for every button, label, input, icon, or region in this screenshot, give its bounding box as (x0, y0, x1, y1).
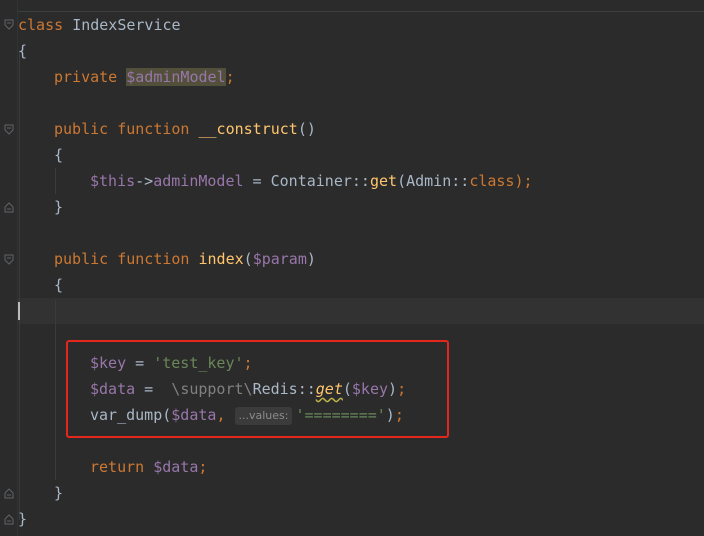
admin-class: Admin (406, 172, 452, 190)
code-line-property[interactable]: private $adminModel; (54, 64, 235, 90)
code-line-redis-get[interactable]: $data = \support\Redis::get($key); (90, 376, 406, 402)
close-paren: ) (306, 250, 316, 268)
public-keyword: public (54, 120, 109, 138)
fold-open-icon[interactable] (4, 124, 14, 135)
current-line-highlight (18, 298, 704, 324)
open-paren: ( (162, 406, 172, 424)
namespace-backslash: \ (243, 380, 253, 398)
code-line-close-brace[interactable]: } (54, 194, 63, 220)
namespace-backslash: \ (171, 380, 181, 398)
code-line-close-brace[interactable]: } (54, 480, 63, 506)
this-variable: $this (90, 172, 136, 190)
assign: = (126, 354, 154, 372)
code-line-open-brace[interactable]: { (54, 142, 63, 168)
arrow: -> (135, 172, 154, 190)
semicolon: ; (243, 354, 253, 372)
var-dump-function: var_dump (90, 406, 163, 424)
class-keyword: class (18, 16, 64, 34)
admin-model-prop: adminModel (153, 172, 244, 190)
class-name: IndexService (72, 16, 181, 34)
open-paren: ( (342, 380, 352, 398)
brace: { (18, 42, 28, 60)
scope-resolution: :: (297, 380, 316, 398)
brace: } (18, 510, 28, 528)
function-keyword: function (117, 250, 190, 268)
code-line-open-brace[interactable]: { (18, 38, 27, 64)
semicolon: ; (397, 380, 407, 398)
key-variable: $key (351, 380, 389, 398)
code-line-key-assign[interactable]: $key = 'test_key'; (90, 350, 253, 376)
fold-close-icon[interactable] (4, 488, 14, 499)
indent-guide (55, 168, 56, 194)
close-paren: ) (385, 406, 395, 424)
assign: = (243, 172, 271, 190)
key-variable: $key (90, 354, 127, 372)
indent-guide (19, 50, 20, 520)
test-key-string: 'test_key' (153, 354, 244, 372)
code-line-open-brace[interactable]: { (54, 272, 63, 298)
redis-get-method: get (315, 380, 343, 398)
scope-resolution: :: (351, 172, 370, 190)
semicolon: ; (225, 68, 235, 86)
semicolon: ; (198, 458, 208, 476)
fold-open-icon[interactable] (4, 254, 14, 265)
index-method-name: index (198, 250, 244, 268)
indent-guide (55, 300, 56, 480)
open-paren: ( (397, 172, 407, 190)
brace: { (54, 276, 64, 294)
close-paren-semicolon: ); (514, 172, 533, 190)
data-variable: $data (90, 380, 136, 398)
assign: = (135, 380, 172, 398)
gutter-separator (17, 0, 18, 536)
close-paren: ) (388, 380, 398, 398)
scope-resolution: :: (451, 172, 470, 190)
code-line-class-declaration[interactable]: class IndexService (18, 12, 181, 38)
private-keyword: private (54, 68, 118, 86)
fold-close-icon[interactable] (4, 202, 14, 213)
function-keyword: function (117, 120, 190, 138)
code-line-index-method[interactable]: public function index($param) (54, 246, 316, 272)
code-line-close-brace[interactable]: } (18, 506, 27, 532)
editor-gutter (0, 0, 18, 536)
data-variable: $data (153, 458, 199, 476)
redis-class: Redis (252, 380, 298, 398)
admin-model-property: $adminModel (126, 68, 226, 86)
code-line-var-dump[interactable]: var_dump($data, ...values: '========'); (90, 402, 404, 428)
brace: { (54, 146, 64, 164)
code-line-assign-container[interactable]: $this->adminModel = Container::get(Admin… (90, 168, 533, 194)
open-paren: ( (243, 250, 253, 268)
class-constant: class (469, 172, 515, 190)
fold-open-icon[interactable] (4, 19, 14, 30)
return-keyword: return (90, 458, 145, 476)
parameter-hint: ...values: (234, 407, 293, 425)
parens: () (297, 120, 316, 138)
param-variable: $param (252, 250, 307, 268)
text-caret (18, 302, 20, 320)
fold-close-icon[interactable] (4, 514, 14, 525)
comma: , (216, 406, 235, 424)
equals-string: '========' (295, 406, 386, 424)
get-method: get (369, 172, 398, 190)
semicolon: ; (394, 406, 404, 424)
brace: } (54, 484, 64, 502)
construct-name: __construct (198, 120, 298, 138)
public-keyword: public (54, 250, 109, 268)
brace: } (54, 198, 64, 216)
code-line-return[interactable]: return $data; (90, 454, 207, 480)
container-class: Container (270, 172, 352, 190)
support-namespace: support (180, 380, 244, 398)
code-line-constructor[interactable]: public function __construct() (54, 116, 316, 142)
data-variable: $data (171, 406, 217, 424)
